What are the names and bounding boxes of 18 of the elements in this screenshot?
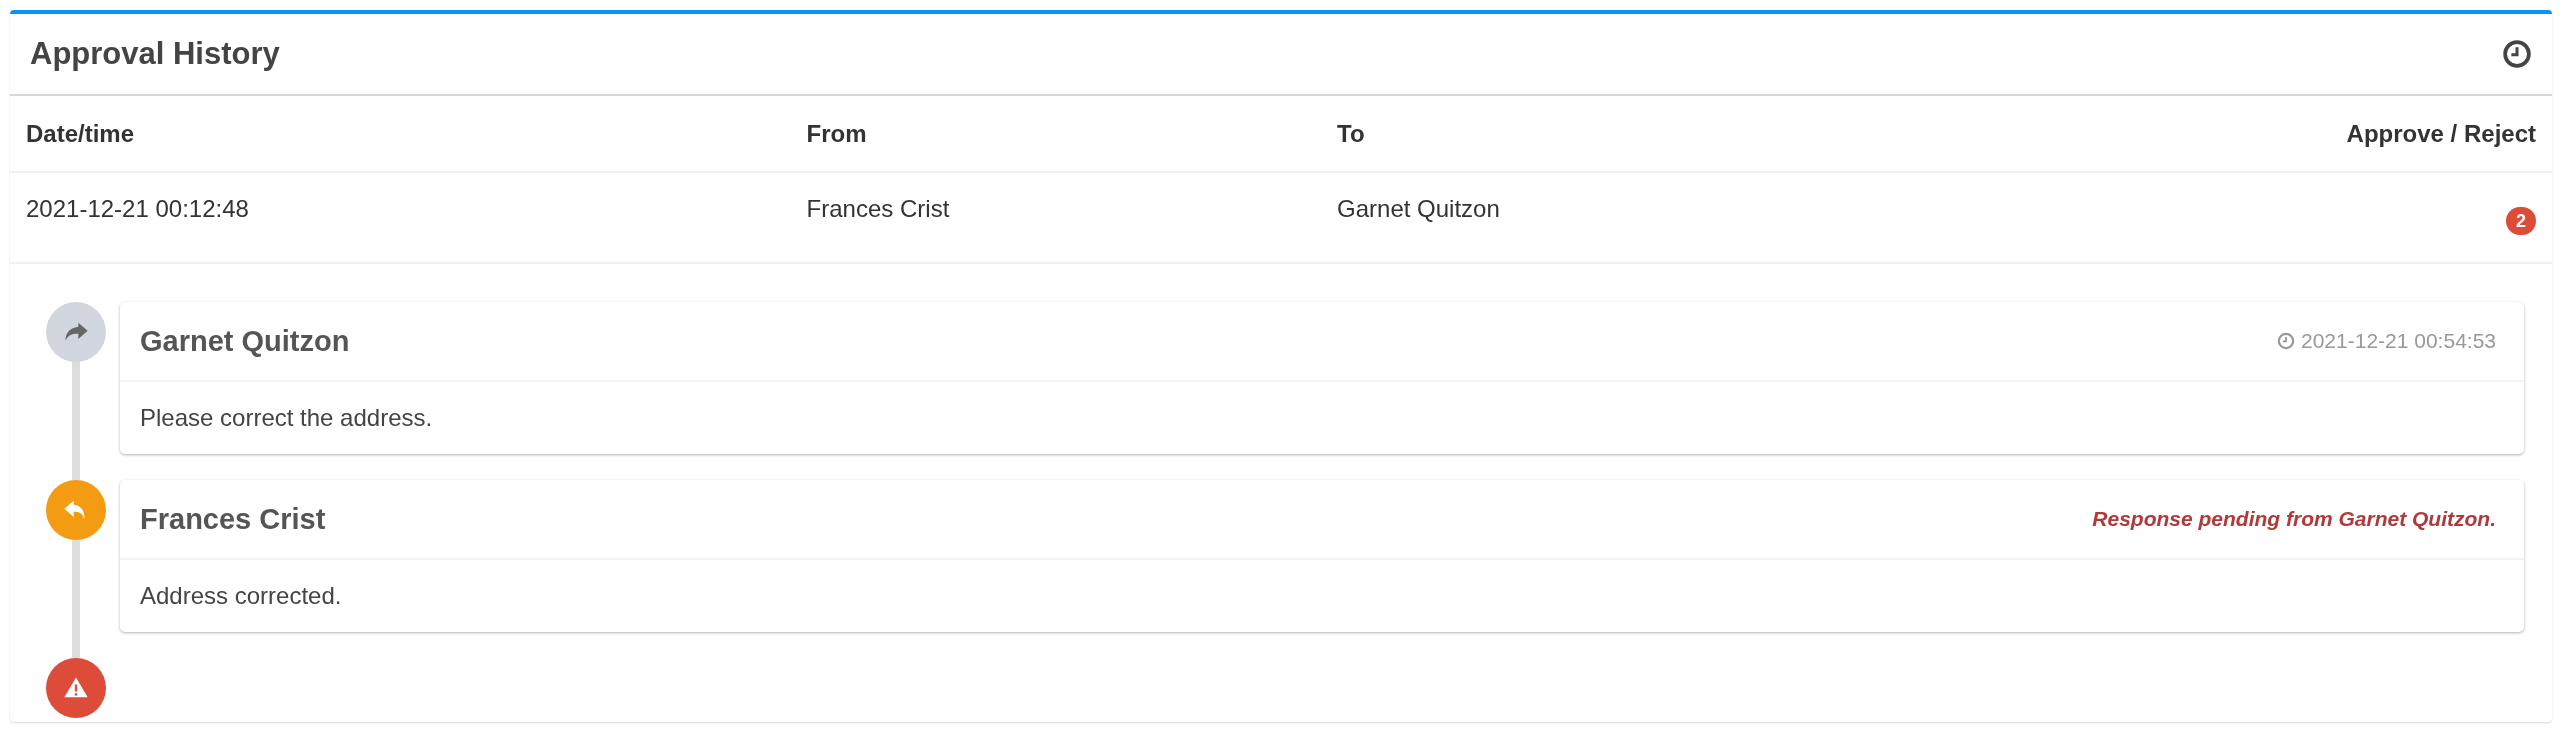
column-header: Approve / Reject <box>2346 119 2536 148</box>
column-header: From <box>806 119 867 148</box>
warning-icon <box>46 658 106 718</box>
table-cell: Frances Crist <box>806 195 950 223</box>
author-name: Garnet Quitzon <box>140 324 350 358</box>
clock-icon <box>2277 332 2295 350</box>
column-header: Date/time <box>26 119 135 148</box>
count-badge: 2 <box>2505 207 2536 235</box>
author-name: Frances Crist <box>140 502 326 536</box>
panel-title: Approval History <box>30 36 280 72</box>
pending-status: Response pending from Garnet Quitzon. <box>2092 507 2496 531</box>
table-cell: 2021-12-21 00:12:48 <box>26 195 249 223</box>
comment-text: Address corrected. <box>140 582 342 609</box>
column-header: To <box>1337 119 1365 148</box>
clock-icon[interactable] <box>2502 39 2532 69</box>
comment-text: Please correct the address. <box>140 404 433 431</box>
table-cell: Garnet Quitzon <box>1337 195 1500 223</box>
comment-timestamp: 2021-12-21 00:54:53 <box>2301 329 2496 353</box>
